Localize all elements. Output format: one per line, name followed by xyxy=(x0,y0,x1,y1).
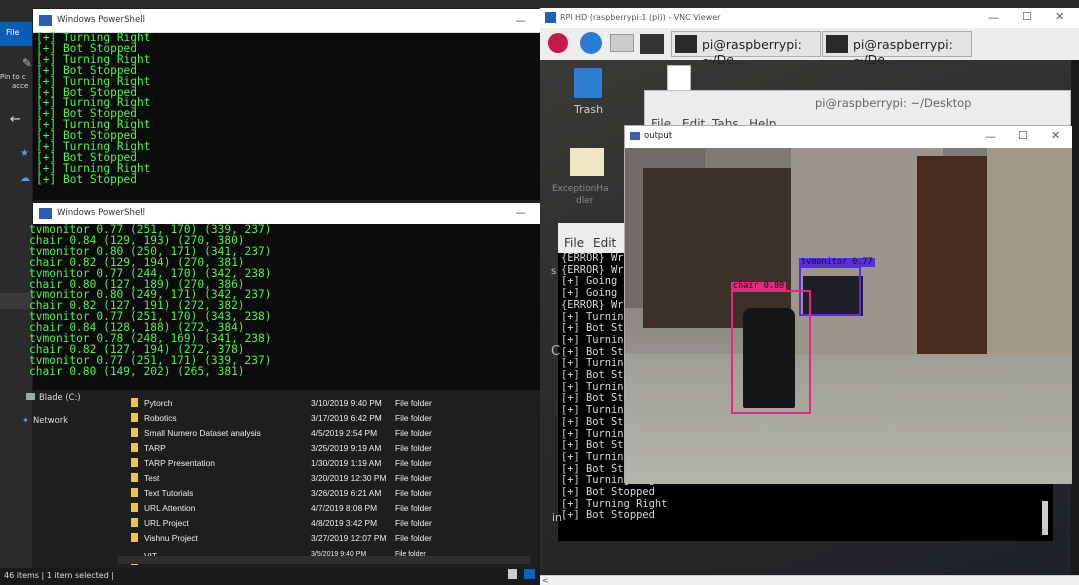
taskbar-task-1[interactable]: pi@raspberrypi: ~/De... xyxy=(671,31,821,67)
pin-icon[interactable]: ✎ xyxy=(22,56,32,70)
console-output: tvmonitor 0.77 (251, 170) (339, 237) chai… xyxy=(29,223,272,378)
details-view-icon[interactable] xyxy=(508,569,517,579)
door xyxy=(917,156,987,360)
floor xyxy=(625,354,1072,484)
menu-edit[interactable]: Edit xyxy=(593,236,616,250)
task-label: pi@raspberrypi: ~/De... xyxy=(702,37,802,67)
window-title: pi@raspberrypi: ~/Desktop xyxy=(815,96,972,110)
list-item[interactable]: URL Project 4/8/2019 3:42 PM File folder xyxy=(128,516,538,531)
minimize-button[interactable]: — xyxy=(515,206,526,219)
powershell-icon xyxy=(39,208,52,219)
explorer-file-tab[interactable]: File xyxy=(0,22,32,46)
folder-icon xyxy=(131,488,138,497)
output-window[interactable]: output — ☐ ✕ tvmonitor 0.77 chair 0.80 xyxy=(624,125,1072,484)
terminal-icon xyxy=(826,35,848,53)
trash-label: Trash xyxy=(574,103,604,116)
window-title: Windows PowerShell xyxy=(57,208,146,218)
nav-item-label: Blade (C:) xyxy=(39,392,81,402)
minimize-button[interactable]: — xyxy=(988,11,999,24)
window-title: Windows PowerShell xyxy=(57,15,146,25)
tiles-view-icon[interactable] xyxy=(524,569,535,579)
folder-icon xyxy=(131,413,138,422)
maximize-button[interactable]: ☐ xyxy=(1018,129,1028,142)
folder-icon xyxy=(131,443,138,452)
scroll-left-arrow[interactable]: < xyxy=(542,576,549,585)
edge-label-in: in xyxy=(552,511,563,524)
title-bar[interactable]: output — ☐ ✕ xyxy=(625,126,1072,148)
powershell-icon xyxy=(39,15,52,26)
output-icon xyxy=(630,132,640,140)
edge-label-s: s xyxy=(551,266,557,277)
terminal-icon[interactable] xyxy=(640,34,664,54)
folder-icon[interactable] xyxy=(610,34,634,52)
powershell-window-2[interactable]: Windows PowerShell — tvmonitor 0.77 (251… xyxy=(29,203,540,390)
drive-icon xyxy=(26,393,35,400)
task-label: pi@raspberrypi: ~/De... xyxy=(853,37,953,67)
taskbar-task-2[interactable]: pi@raspberrypi: ~/De... xyxy=(822,31,972,67)
camera-feed: tvmonitor 0.77 chair 0.80 xyxy=(625,148,1072,484)
vnc-hscroll[interactable]: < xyxy=(540,575,1079,585)
title-bar[interactable]: RPi HD (raspberrypi:1 (pi)) - VNC Viewer… xyxy=(540,8,1079,28)
star-icon: ★ xyxy=(20,148,29,159)
acce-label: acce xyxy=(12,82,29,90)
folder-icon xyxy=(131,458,138,467)
detection-label-chair: chair 0.80 xyxy=(731,281,787,291)
close-button[interactable]: ✕ xyxy=(1055,10,1064,23)
edge-label-c: C xyxy=(551,344,561,359)
folder-icon xyxy=(131,518,138,527)
folder-icon xyxy=(131,428,138,437)
maximize-button[interactable]: ☐ xyxy=(1022,10,1032,23)
powershell-window-1[interactable]: Windows PowerShell — [+] Turning Right [+… xyxy=(33,9,540,200)
exception-label: ExceptionHa xyxy=(552,184,609,194)
pin-label: Pin to c xyxy=(0,73,26,81)
list-item[interactable]: Small Numero Dataset analysis 4/5/2019 2:… xyxy=(128,426,538,441)
console-output: [+] Turning Right [+] Bot Stopped [+] Turn… xyxy=(36,31,151,186)
list-item[interactable]: Robotics 3/17/2019 6:42 PM File folder xyxy=(128,411,538,426)
list-item[interactable]: TARP 3/25/2019 9:19 AM File folder xyxy=(128,441,538,456)
list-item[interactable]: Test 3/20/2019 12:30 PM File folder xyxy=(128,471,538,486)
browser-icon[interactable] xyxy=(580,32,602,54)
explorer-status: 46 items | 1 item selected | xyxy=(0,568,540,585)
vnc-icon xyxy=(545,12,556,23)
file-list: Pytorch 3/10/2019 9:40 PM File folder Robo… xyxy=(128,396,538,566)
window-title: RPi HD (raspberrypi:1 (pi)) - VNC Viewer xyxy=(560,13,721,22)
folder-icon xyxy=(131,503,138,512)
terminal-icon xyxy=(675,35,697,53)
window-title: output xyxy=(644,131,673,141)
minimize-button[interactable]: — xyxy=(515,14,526,27)
detection-label-tvmonitor: tvmonitor 0.77 xyxy=(799,257,875,267)
list-item[interactable]: URL Attention 4/7/2019 8:08 PM File folder xyxy=(128,501,538,516)
back-arrow-icon[interactable]: ← xyxy=(10,112,21,127)
menu-file[interactable]: File xyxy=(564,236,584,250)
trash-icon[interactable] xyxy=(574,68,602,98)
title-bar[interactable]: Windows PowerShell — xyxy=(33,203,540,224)
close-button[interactable]: ✕ xyxy=(1051,129,1060,142)
folder-icon xyxy=(131,398,138,407)
folder-icon[interactable] xyxy=(570,148,604,176)
detection-box-chair xyxy=(731,290,811,414)
list-item[interactable]: Pytorch 3/10/2019 9:40 PM File folder xyxy=(128,396,538,411)
title-bar[interactable]: Windows PowerShell — xyxy=(33,9,540,33)
nav-selected xyxy=(0,293,32,309)
nav-item-network[interactable]: ✦ Network xyxy=(22,415,112,429)
terminal-scrollbar[interactable] xyxy=(1042,501,1048,535)
network-icon: ✦ xyxy=(22,415,30,425)
exception-label-2: dler xyxy=(576,196,594,206)
list-item[interactable]: Vishnu Project 3/27/2019 12:07 PM File fol… xyxy=(128,531,538,546)
pi-taskbar: pi@raspberrypi: ~/De... pi@raspberrypi: … xyxy=(540,28,1079,67)
nav-item-label: Network xyxy=(33,415,68,425)
raspberry-icon[interactable] xyxy=(548,33,568,53)
list-item[interactable]: TARP Presentation 1/30/2019 1:19 AM File f… xyxy=(128,456,538,471)
minimize-button[interactable]: — xyxy=(985,130,996,143)
explorer-hscroll[interactable] xyxy=(118,556,530,564)
list-item[interactable]: Text Tutorials 3/26/2019 6:21 AM File fold… xyxy=(128,486,538,501)
folder-icon xyxy=(131,473,138,482)
vnc-window[interactable]: RPi HD (raspberrypi:1 (pi)) - VNC Viewer… xyxy=(540,8,1079,585)
cloud-icon: ☁ xyxy=(20,173,30,184)
folder-icon xyxy=(131,533,138,542)
nav-item-blade[interactable]: Blade (C:) xyxy=(26,392,116,406)
